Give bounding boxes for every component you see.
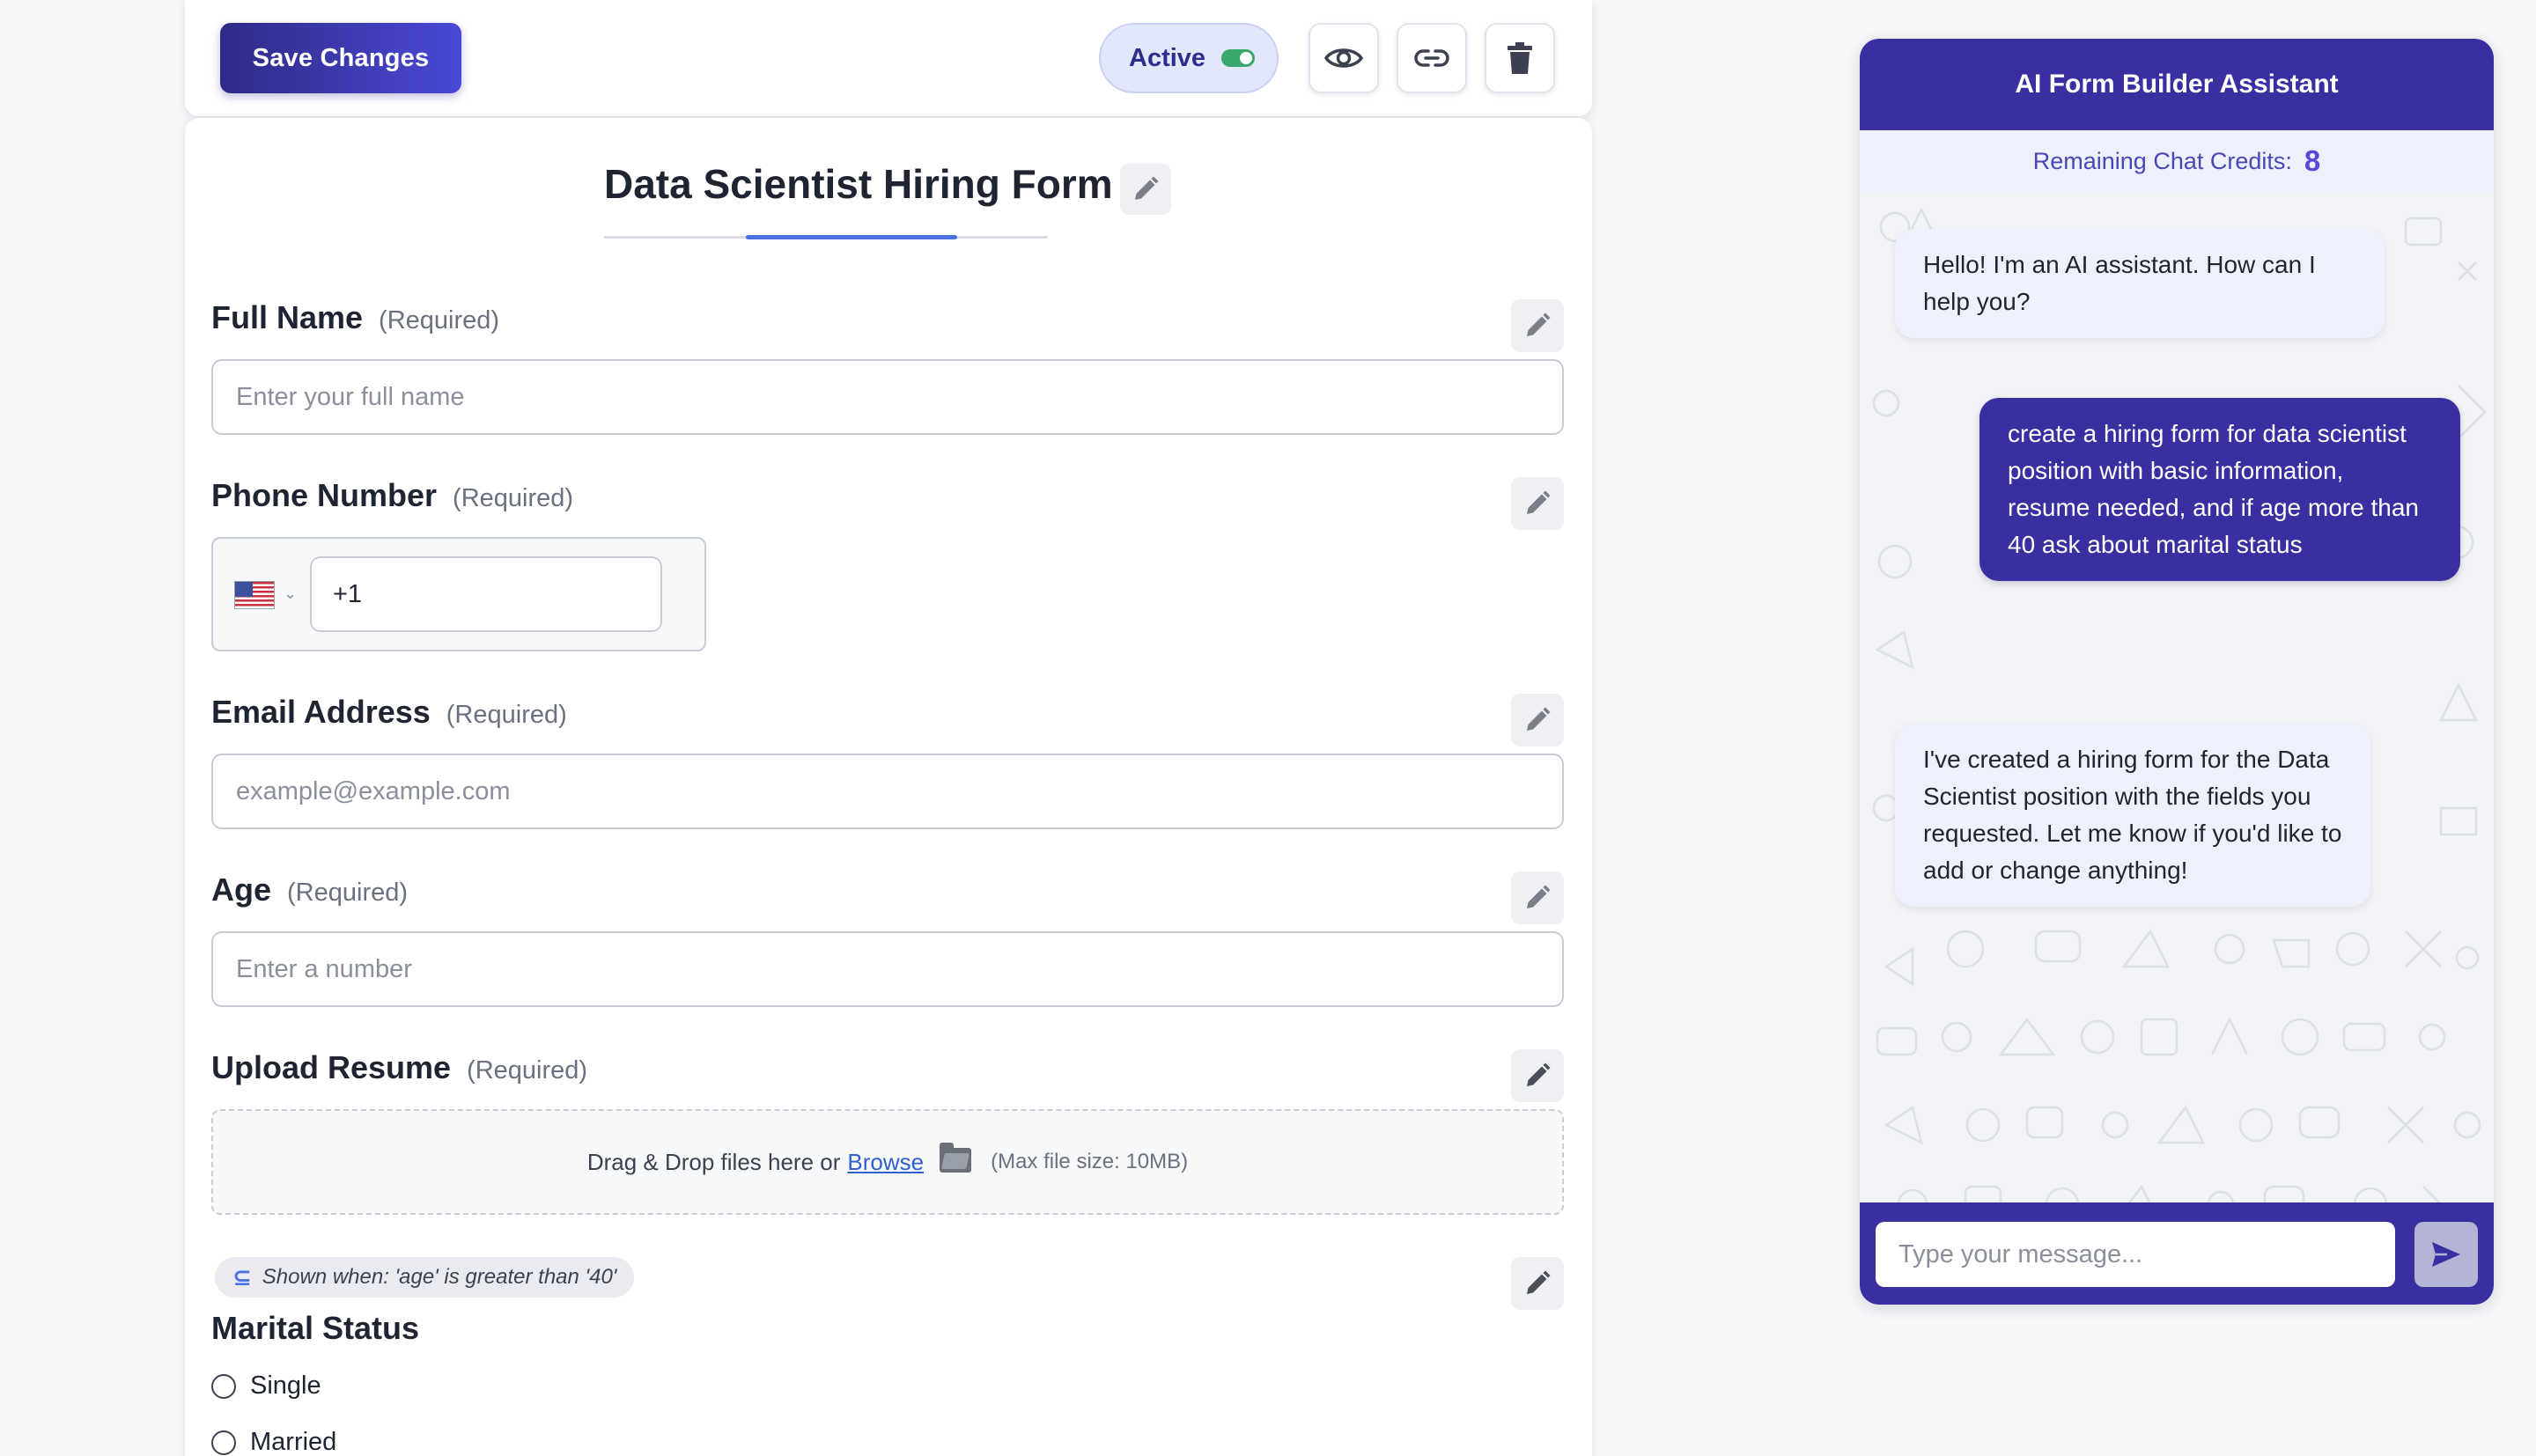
eye-icon	[1324, 48, 1363, 68]
field-label-age: Age (Required)	[211, 871, 409, 908]
field-label-marital-status: Marital Status	[211, 1310, 420, 1346]
copy-link-button[interactable]	[1397, 23, 1467, 93]
pencil-icon	[1527, 1063, 1551, 1086]
field-label-email: Email Address (Required)	[211, 694, 567, 730]
radio-button[interactable]	[211, 1373, 236, 1399]
full-name-input[interactable]	[211, 359, 1564, 435]
phone-number-input[interactable]	[310, 556, 662, 632]
chevron-down-icon[interactable]: ⌄	[284, 585, 297, 603]
preview-button[interactable]	[1309, 23, 1379, 93]
edit-title-button[interactable]	[1120, 164, 1171, 215]
folder-icon	[940, 1143, 972, 1173]
phone-number-field: ⌄	[211, 537, 706, 651]
send-message-button[interactable]	[2414, 1222, 2478, 1287]
max-file-size-note: (Max file size: 10MB)	[991, 1150, 1189, 1173]
field-label-upload-resume: Upload Resume (Required)	[211, 1049, 588, 1085]
age-input[interactable]	[211, 931, 1564, 1007]
active-status-label: Active	[1129, 43, 1206, 72]
trash-icon	[1508, 42, 1532, 74]
chat-header-title: AI Form Builder Assistant	[1860, 39, 2494, 130]
pencil-icon	[1527, 490, 1551, 514]
pencil-icon	[1527, 313, 1551, 336]
pencil-icon	[1527, 885, 1551, 908]
delete-form-button[interactable]	[1485, 23, 1555, 93]
edit-field-age-button[interactable]	[1511, 871, 1564, 924]
conditional-logic-icon: ⊆	[232, 1263, 252, 1291]
resume-dropzone[interactable]: Drag & Drop files here or Browse (Max fi…	[211, 1109, 1564, 1215]
us-flag-icon[interactable]	[234, 581, 275, 609]
active-status-toggle[interactable]: Active	[1099, 23, 1279, 93]
edit-field-full-name-button[interactable]	[1511, 299, 1564, 352]
doodle-background-pattern	[1872, 207, 2487, 1224]
chat-credits-bar: Remaining Chat Credits: 8	[1860, 130, 2494, 192]
edit-field-marital-status-button[interactable]	[1511, 1257, 1564, 1310]
link-icon	[1414, 49, 1449, 67]
form-title: Data Scientist Hiring Form	[604, 161, 1113, 207]
field-label-full-name: Full Name (Required)	[211, 299, 500, 335]
title-underline-accent	[746, 235, 957, 239]
edit-field-upload-button[interactable]	[1511, 1049, 1564, 1102]
chat-message-assistant: Hello! I'm an AI assistant. How can I he…	[1895, 229, 2385, 338]
ai-assistant-panel: AI Form Builder Assistant Remaining Chat…	[1860, 39, 2494, 1305]
chat-messages: Hello! I'm an AI assistant. How can I he…	[1860, 192, 2494, 1243]
radio-button[interactable]	[211, 1430, 236, 1455]
dropzone-text: Drag & Drop files here or	[586, 1148, 841, 1175]
chat-input-bar	[1860, 1202, 2494, 1305]
email-input[interactable]	[211, 754, 1564, 829]
conditional-logic-badge: ⊆ Shown when: 'age' is greater than '40'	[215, 1257, 635, 1298]
pencil-icon	[1527, 707, 1551, 731]
chat-message-user: create a hiring form for data scientist …	[1979, 398, 2460, 581]
form-canvas: Data Scientist Hiring Form Full Name (Re…	[185, 118, 1592, 1456]
radio-option-married[interactable]: Married	[211, 1428, 336, 1456]
form-toolbar: Save Changes Active	[185, 0, 1592, 116]
save-changes-button[interactable]: Save Changes	[220, 23, 461, 93]
credits-label: Remaining Chat Credits:	[2032, 147, 2292, 174]
field-label-phone-number: Phone Number (Required)	[211, 477, 574, 513]
send-icon	[2432, 1242, 2460, 1267]
pencil-icon	[1135, 176, 1159, 200]
edit-field-email-button[interactable]	[1511, 694, 1564, 746]
pencil-icon	[1527, 1270, 1551, 1294]
credits-count: 8	[2304, 144, 2321, 177]
radio-option-single[interactable]: Single	[211, 1371, 321, 1401]
edit-field-phone-button[interactable]	[1511, 477, 1564, 530]
chat-message-input[interactable]	[1876, 1222, 2395, 1287]
chat-message-assistant: I've created a hiring form for the Data …	[1895, 724, 2370, 907]
toggle-switch-icon	[1221, 49, 1256, 67]
browse-link[interactable]: Browse	[847, 1149, 924, 1176]
